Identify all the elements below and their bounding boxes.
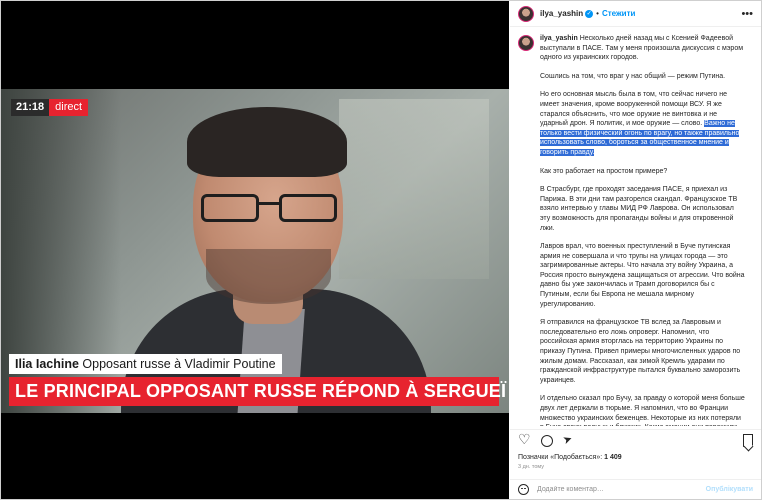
comment-input[interactable] [537, 486, 687, 493]
lower-third: Ilia Iachine Opposant russe à Vladimir P… [9, 354, 509, 406]
username-link[interactable]: ilya_yashin [540, 9, 583, 18]
caption-text: ilya_yashin Несколько дней назад мы с Кс… [540, 34, 745, 426]
comment-bar: Опублікувати [510, 479, 761, 499]
share-icon[interactable] [562, 434, 576, 448]
caption-scroll-area[interactable]: ilya_yashin Несколько дней назад мы с Кс… [510, 28, 761, 426]
video-frame[interactable]: 21:18 direct Ilia Iachine Opposant russe… [1, 89, 509, 413]
background-window [339, 99, 489, 279]
live-label: direct [49, 99, 89, 116]
follow-button[interactable]: Стежити [602, 9, 635, 18]
name-bar: Ilia Iachine Opposant russe à Vladimir P… [9, 354, 282, 374]
action-bar [510, 429, 761, 451]
separator-dot: • [596, 9, 599, 18]
caption-paragraph-3: Но его основная мысль была в том, что се… [540, 91, 740, 156]
person-beard [206, 249, 331, 304]
broadcast-time-badge: 21:18 direct [11, 99, 89, 116]
more-options-icon[interactable]: ••• [741, 8, 753, 20]
likes-label: Позначки «Подобається»: [518, 454, 603, 461]
caption-paragraph-7: Я отправился на французское ТВ вслед за … [540, 319, 741, 384]
likes-count[interactable]: Позначки «Подобається»: 1 409 [518, 454, 622, 461]
caption-row: ilya_yashin Несколько дней назад мы с Кс… [518, 34, 753, 426]
caption-paragraph-6: Лавров врал, что военных преступлений в … [540, 243, 745, 308]
caption-avatar[interactable] [518, 35, 534, 51]
caption-paragraph-8: И отдельно сказал про Бучу, за правду о … [540, 395, 745, 426]
caption-paragraph-5: В Страсбург, где проходят заседания ПАСЕ… [540, 186, 738, 232]
emoji-icon[interactable] [518, 484, 529, 495]
caption-paragraph-2: Сошлись на том, что враг у нас общий — р… [540, 72, 726, 80]
post-media[interactable]: 21:18 direct Ilia Iachine Opposant russe… [1, 1, 509, 499]
caption-paragraph-1: ilya_yashin Несколько дней назад мы с Кс… [540, 35, 744, 62]
caption-username[interactable]: ilya_yashin [540, 35, 578, 42]
post-header: ilya_yashin ✓ • Стежити ••• [510, 1, 761, 27]
likes-number: 1 409 [604, 454, 622, 461]
headline-bar: LE PRINCIPAL OPPOSANT RUSSE RÉPOND À SER… [9, 377, 509, 406]
avatar[interactable] [518, 5, 534, 22]
speaker-name: Ilia Iachine [15, 357, 79, 371]
bookmark-icon[interactable] [743, 434, 753, 447]
glasses [201, 194, 341, 224]
post-details: ilya_yashin ✓ • Стежити ••• ilya_yashin … [510, 1, 761, 499]
post-timestamp[interactable]: 3 дн. тому [518, 464, 544, 470]
comment-icon[interactable] [541, 434, 553, 447]
broadcast-time: 21:18 [11, 99, 50, 116]
caption-paragraph-4: Как это работает на простом примере? [540, 167, 668, 175]
like-heart-icon[interactable] [518, 432, 532, 448]
publish-button[interactable]: Опублікувати [706, 486, 753, 493]
speaker-role: Opposant russe à Vladimir Poutine [82, 357, 276, 371]
verified-badge-icon: ✓ [585, 9, 594, 18]
person-hair [187, 107, 347, 177]
